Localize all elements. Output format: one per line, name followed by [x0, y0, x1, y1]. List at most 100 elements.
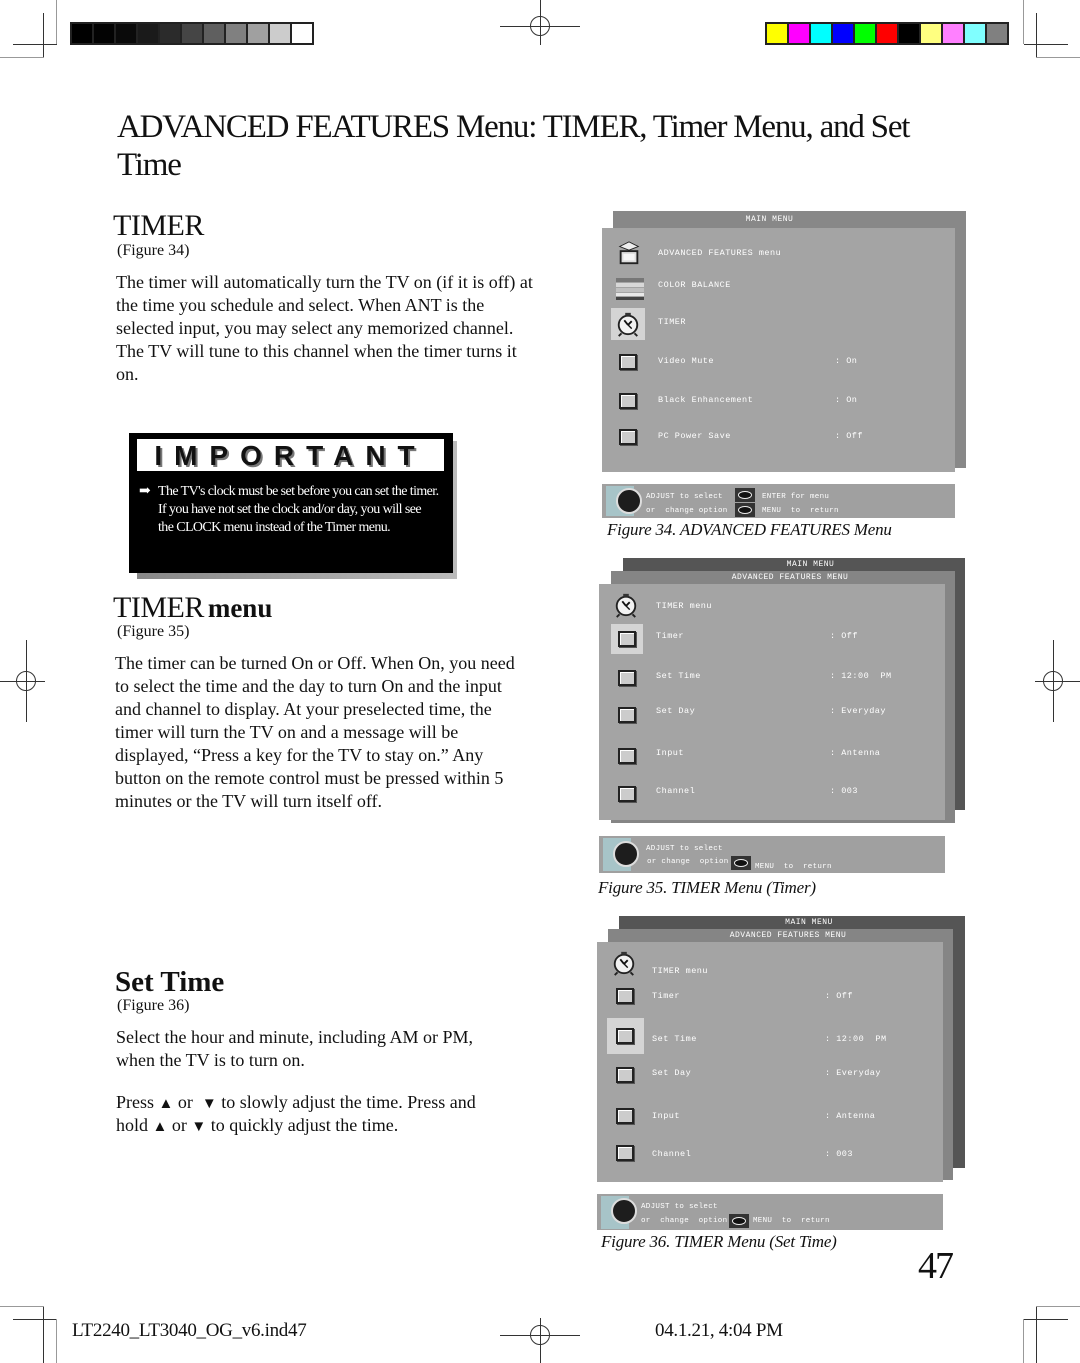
menu-item-value: : 003 — [825, 1149, 854, 1159]
menu-item-input[interactable]: Input : Antenna — [599, 744, 945, 774]
help-text: or change option — [641, 1217, 728, 1225]
menu-item-timer[interactable]: TIMER — [602, 308, 955, 340]
color-swatch — [943, 24, 963, 43]
text-press: Press — [116, 1092, 155, 1112]
menu-item-label: Channel — [652, 1149, 692, 1159]
color-swatch — [987, 24, 1007, 43]
timer-menu-description: The timer can be turned On or Off. When … — [115, 653, 515, 811]
timer-menu-heading-sub: menu — [207, 593, 273, 623]
menu-item-value: : Everyday — [830, 706, 887, 716]
set-time-description: Select the hour and minute, including AM… — [116, 1027, 473, 1070]
menu-item-label: Set Day — [652, 1068, 692, 1078]
menu-item-label: Channel — [656, 786, 696, 796]
footer-filename: LT2240_LT3040_OG_v6.ind47 — [72, 1320, 307, 1341]
color-swatch — [833, 24, 853, 43]
menu-item-channel[interactable]: Channel : 003 — [599, 782, 945, 812]
menu-header-label: TIMER menu — [652, 966, 709, 976]
menu-item-label: ADVANCED FEATURES menu — [658, 248, 782, 258]
arrow-right-icon: ➡ — [139, 484, 151, 499]
menu-item-value: : Everyday — [825, 1068, 882, 1078]
menu-item-pc-power-save[interactable]: PC Power Save : Off — [602, 425, 955, 455]
help-text: ADJUST to select — [646, 845, 723, 853]
menu-item-black-enhancement[interactable]: Black Enhancement : On — [602, 389, 955, 419]
footer-datetime: 04.1.21, 4:04 PM — [655, 1320, 783, 1341]
menu-item-label: PC Power Save — [658, 431, 731, 441]
menu-item-input[interactable]: Input : Antenna — [597, 1106, 943, 1136]
color-swatch — [292, 24, 312, 43]
color-swatch — [811, 24, 831, 43]
color-swatch — [965, 24, 985, 43]
menu-item-label: TIMER — [658, 317, 687, 327]
down-arrow-icon: ▼ — [201, 1096, 217, 1112]
dpad-icon — [611, 1198, 637, 1224]
square-icon — [619, 354, 637, 370]
color-swatch — [270, 24, 290, 43]
color-swatch — [921, 24, 941, 43]
menu-item-value: : Off — [825, 991, 854, 1001]
menu-item-video-mute[interactable]: Video Mute : On — [602, 350, 955, 380]
menu-item-value: : On — [835, 395, 858, 405]
square-icon — [618, 707, 636, 723]
menu-title-advanced: ADVANCED FEATURES MENU — [729, 931, 847, 940]
menu-item-label: Set Time — [656, 671, 701, 681]
menu-button-icon — [731, 856, 751, 870]
text-or: or — [177, 1092, 193, 1112]
menu-help-bar: ADJUST to select ENTER for menu or chang… — [602, 484, 955, 518]
square-icon — [618, 670, 636, 686]
set-time-heading: Set Time — [115, 966, 225, 998]
menu-item-set-time[interactable]: Set Time : 12:00 PM — [597, 1018, 943, 1054]
menu-item-set-day[interactable]: Set Day : Everyday — [599, 701, 945, 731]
square-icon — [619, 393, 637, 409]
color-swatch — [204, 24, 224, 43]
menu-help-bar: ADJUST to select or change option MENU t… — [599, 836, 945, 873]
page-number: 47 — [918, 1245, 954, 1287]
menu-title-main: MAIN MENU — [785, 918, 833, 927]
color-swatch — [182, 24, 202, 43]
menu-item-label: Input — [652, 1111, 681, 1121]
color-swatch — [138, 24, 158, 43]
figure-35-caption: Figure 35. TIMER Menu (Timer) — [598, 878, 816, 897]
color-swatch — [877, 24, 897, 43]
help-text: ADJUST to select — [641, 1203, 718, 1211]
menu-item-value: : Antenna — [830, 748, 881, 758]
menu-item-value: : Antenna — [825, 1111, 876, 1121]
text-slowly: to slowly adjust the time. Press and — [221, 1092, 476, 1112]
help-text: or change option — [647, 858, 729, 866]
square-icon — [616, 988, 634, 1004]
menu-panel: TIMER menu Timer : Off Set Time : 12:00 … — [597, 942, 943, 1182]
menu-item-set-day[interactable]: Set Day : Everyday — [597, 1066, 943, 1096]
alarm-clock-icon — [615, 593, 637, 618]
menu-item-set-time[interactable]: Set Time : 12:00 PM — [599, 666, 945, 696]
menu-item-value: : 12:00 PM — [830, 671, 892, 681]
timer-heading: TIMER — [113, 209, 204, 242]
square-icon — [616, 1067, 634, 1083]
menu-item-advanced-features[interactable]: ADVANCED FEATURES menu — [602, 240, 955, 270]
help-text: MENU to return — [753, 1217, 830, 1225]
menu-item-label: Timer — [656, 631, 685, 641]
menu-item-label: Set Day — [656, 706, 696, 716]
important-box: IMPORTANT ➡ The TV's clock must be set b… — [129, 433, 453, 573]
timer-description: The timer will automatically turn the TV… — [116, 272, 533, 384]
square-icon — [618, 631, 636, 647]
color-swatch — [767, 24, 787, 43]
menu-item-label: Video Mute — [658, 356, 715, 366]
color-balance-icon — [616, 278, 644, 300]
color-swatch — [248, 24, 268, 43]
square-icon — [618, 748, 636, 764]
color-calibration-bar — [765, 22, 1009, 45]
menu-item-label: Black Enhancement — [658, 395, 754, 405]
menu-item-timer[interactable]: Timer : Off — [597, 984, 943, 1014]
help-text: MENU to return — [755, 863, 832, 871]
timer-menu-figure-ref: (Figure 35) — [117, 623, 190, 640]
color-swatch — [855, 24, 875, 43]
color-swatch — [116, 24, 136, 43]
menu-item-value: : On — [835, 356, 858, 366]
menu-item-color-balance[interactable]: COLOR BALANCE — [602, 274, 955, 304]
menu-item-timer[interactable]: Timer : Off — [599, 624, 945, 654]
dpad-icon — [613, 841, 639, 867]
important-text: The TV's clock must be set before you ca… — [158, 484, 439, 535]
menu-item-channel[interactable]: Channel : 003 — [597, 1144, 943, 1174]
help-text: ENTER for menu — [762, 493, 830, 501]
help-text: MENU to return — [762, 507, 839, 515]
text-quickly: to quickly adjust the time. — [210, 1115, 399, 1135]
